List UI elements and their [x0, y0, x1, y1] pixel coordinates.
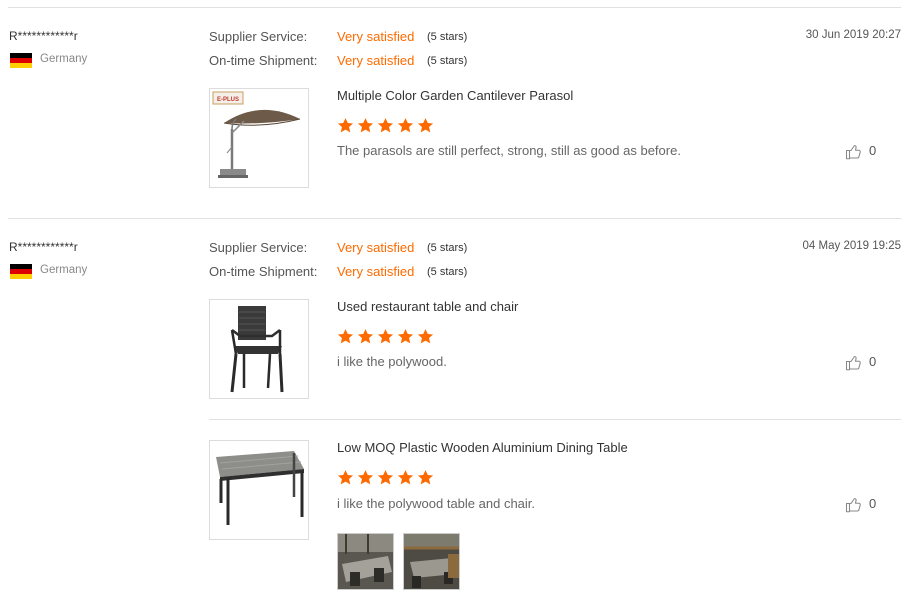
supplier-service-stars: (5 stars) [427, 31, 468, 43]
buyer-photo-image [404, 534, 459, 589]
star-icon [397, 329, 414, 344]
reviewer-country: Germany [40, 53, 88, 65]
product-title[interactable]: Low MOQ Plastic Wooden Aluminium Dining … [337, 440, 628, 455]
product-thumbnail[interactable] [209, 440, 309, 540]
supplier-service-label: Supplier Service: [209, 240, 308, 255]
like-count: 0 [869, 496, 877, 511]
thumbs-up-icon[interactable] [845, 143, 863, 161]
on-time-shipment-stars: (5 stars) [427, 55, 468, 67]
product-rating [337, 469, 434, 486]
review-comment: The parasols are still perfect, strong, … [337, 143, 681, 158]
review-comment: i like the polywood table and chair. [337, 496, 536, 511]
on-time-shipment-label: On-time Shipment: [209, 53, 318, 68]
star-icon [397, 118, 414, 133]
on-time-shipment-stars: (5 stars) [427, 266, 468, 278]
product-rating [337, 117, 434, 134]
on-time-shipment-label: On-time Shipment: [209, 264, 318, 279]
parasol-image: E-PLUS [212, 91, 301, 178]
product-title[interactable]: Multiple Color Garden Cantilever Parasol [337, 88, 573, 103]
supplier-service-value: Very satisfied [337, 29, 415, 44]
supplier-service-stars: (5 stars) [427, 242, 468, 254]
supplier-service-label: Supplier Service: [209, 29, 308, 44]
table-image [216, 451, 304, 525]
product-rating [337, 328, 434, 345]
review-divider [8, 218, 901, 219]
on-time-shipment-value: Very satisfied [337, 264, 415, 279]
reviewer-name: R************r [9, 29, 78, 43]
product-divider [209, 419, 901, 420]
like-count: 0 [869, 143, 877, 158]
star-icon [357, 470, 374, 485]
star-icon [377, 118, 394, 133]
star-icon [337, 329, 354, 344]
star-icon [337, 470, 354, 485]
brand-logo: E-PLUS [217, 97, 239, 103]
reviewer-country: Germany [40, 264, 88, 276]
chair-image [230, 306, 284, 393]
germany-flag-icon [10, 53, 32, 68]
top-divider [8, 7, 901, 8]
star-icon [417, 470, 434, 485]
review-date: 04 May 2019 19:25 [802, 240, 901, 252]
reviewer-name: R************r [9, 240, 78, 254]
buyer-photo-image [338, 534, 393, 589]
review-date: 30 Jun 2019 20:27 [805, 29, 901, 41]
product-title[interactable]: Used restaurant table and chair [337, 299, 518, 314]
supplier-service-value: Very satisfied [337, 240, 415, 255]
star-icon [417, 329, 434, 344]
star-icon [357, 118, 374, 133]
product-thumbnail[interactable]: E-PLUS [209, 88, 309, 188]
star-icon [417, 118, 434, 133]
germany-flag-icon [10, 264, 32, 279]
star-icon [337, 118, 354, 133]
star-icon [377, 470, 394, 485]
buyer-photo[interactable] [403, 533, 460, 590]
like-count: 0 [869, 354, 877, 369]
star-icon [377, 329, 394, 344]
product-thumbnail[interactable] [209, 299, 309, 399]
star-icon [357, 329, 374, 344]
star-icon [397, 470, 414, 485]
thumbs-up-icon[interactable] [845, 354, 863, 372]
thumbs-up-icon[interactable] [845, 496, 863, 514]
on-time-shipment-value: Very satisfied [337, 53, 415, 68]
buyer-photo[interactable] [337, 533, 394, 590]
review-comment: i like the polywood. [337, 354, 447, 369]
